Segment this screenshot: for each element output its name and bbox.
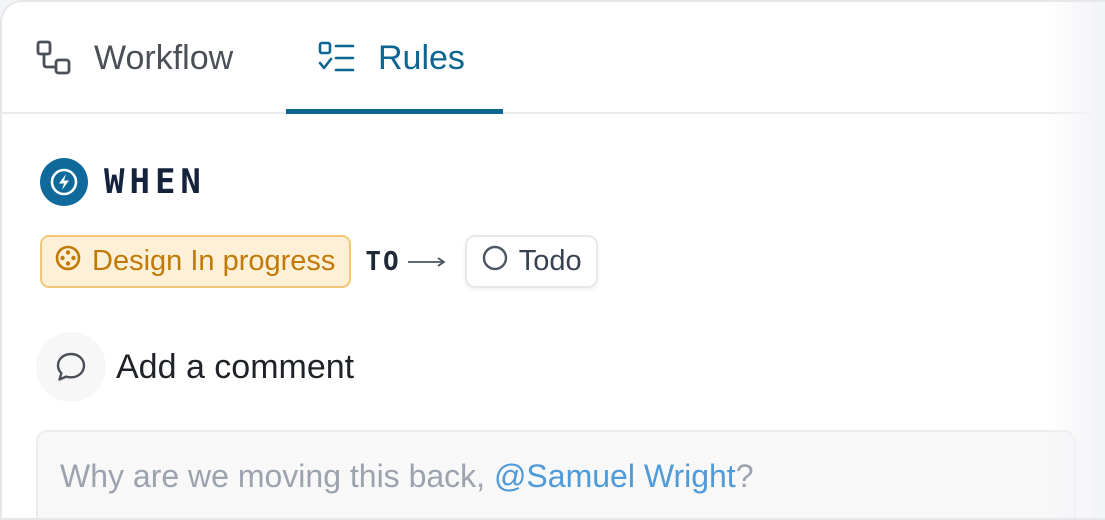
user-mention[interactable]: @Samuel Wright	[494, 458, 736, 494]
todo-circle-icon	[481, 244, 509, 280]
to-status-label: Todo	[518, 245, 582, 277]
speech-bubble-icon	[36, 332, 106, 402]
comment-placeholder-suffix: ?	[735, 458, 754, 494]
rules-checklist-icon	[318, 40, 356, 76]
tab-workflow[interactable]: Workflow	[36, 2, 233, 114]
from-status-chip[interactable]: Design In progress	[40, 235, 352, 288]
tab-rules[interactable]: Rules	[318, 2, 465, 114]
comment-header: Add a comment	[36, 332, 354, 402]
workflow-icon	[36, 40, 72, 76]
transition-connector: TO	[365, 246, 401, 277]
tab-rules-label: Rules	[378, 38, 465, 77]
comment-placeholder-text: Why are we moving this back,	[60, 458, 494, 494]
to-status-chip[interactable]: Todo	[464, 235, 598, 288]
status-transition: Design In progress TO Todo	[40, 235, 598, 288]
comment-input[interactable]: Why are we moving this back, @Samuel Wri…	[36, 430, 1076, 518]
lightning-bolt-icon	[40, 158, 88, 206]
rules-panel: Workflow Rules WHEN Design In progress T…	[0, 0, 1105, 520]
trigger-label: WHEN	[104, 162, 206, 202]
in-progress-status-icon	[54, 244, 82, 280]
arrow-right-icon	[407, 256, 446, 267]
from-status-label: Design In progress	[92, 245, 336, 277]
tab-bar: Workflow Rules	[2, 2, 1105, 114]
comment-title: Add a comment	[116, 347, 355, 386]
tab-workflow-label: Workflow	[94, 38, 234, 77]
active-tab-indicator	[286, 109, 503, 114]
trigger-header: WHEN	[40, 158, 206, 206]
